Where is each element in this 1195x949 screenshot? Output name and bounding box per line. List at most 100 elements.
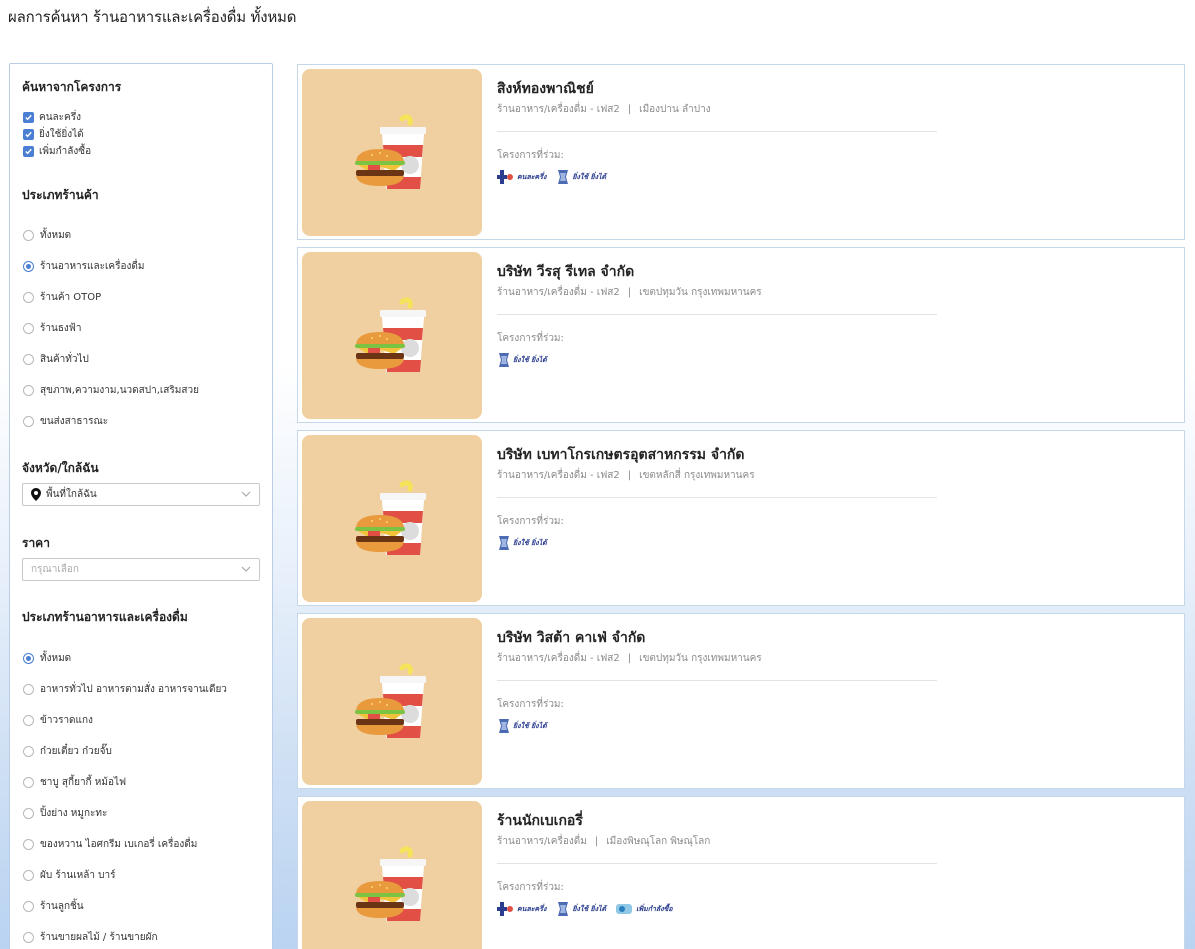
food-drink-thumbnail[interactable]	[302, 252, 482, 419]
meta-separator: |	[627, 104, 632, 115]
burger-drink-icon	[355, 114, 426, 189]
project-logo-label: เพิ่มกำลังซื้อ	[636, 904, 673, 913]
project-logo: ยิ่งใช้ ยิ่งได้	[497, 718, 547, 734]
checkbox-checked-icon[interactable]	[23, 112, 34, 123]
burger-drink-icon	[355, 663, 426, 738]
radio-button-icon[interactable]	[23, 261, 34, 272]
project-logo: ยิ่งใช้ ยิ่งได้	[497, 535, 547, 551]
projects-filter-title: ค้นหาจากโครงการ	[22, 80, 122, 94]
meta-separator: |	[627, 653, 632, 664]
price-select[interactable]: กรุณาเลือก	[22, 558, 260, 581]
food-drink-thumbnail[interactable]	[302, 801, 482, 949]
map-pin-icon	[31, 488, 41, 501]
radio-button-icon[interactable]	[23, 901, 34, 912]
project-checkbox-row[interactable]: เพิ่มกำลังซื้อ	[23, 144, 91, 159]
divider	[497, 680, 937, 681]
khon-la-khrueng-logo-icon	[497, 170, 513, 184]
radio-button-icon[interactable]	[23, 385, 34, 396]
project-logo-label: ยิ่งใช้ ยิ่งได้	[513, 355, 547, 364]
divider	[497, 131, 937, 132]
store-type-option-label: ร้านอาหารและเครื่องดื่ม	[40, 261, 145, 272]
radio-button-icon[interactable]	[23, 870, 34, 881]
ying-chai-ying-dai-logo-icon	[499, 536, 509, 550]
store-type-option[interactable]: ร้านธงฟ้า	[23, 321, 82, 336]
food-drink-thumbnail[interactable]	[302, 618, 482, 785]
projects-label: โครงการที่ร่วม:	[497, 150, 564, 161]
radio-button-icon[interactable]	[23, 653, 34, 664]
project-checkbox-label: เพิ่มกำลังซื้อ	[39, 146, 92, 157]
store-type-option[interactable]: สินค้าทั่วไป	[23, 352, 89, 367]
radio-button-icon[interactable]	[23, 416, 34, 427]
radio-button-icon[interactable]	[23, 932, 34, 943]
radio-button-icon[interactable]	[23, 323, 34, 334]
result-card[interactable]: ร้านนักเบเกอรี่ ร้านอาหาร/เครื่องดื่ม | เมื…	[297, 796, 1185, 949]
shop-location: เมืองปาน ลำปาง	[639, 104, 711, 115]
radio-button-icon[interactable]	[23, 230, 34, 241]
project-logo-label: คนละครึ่ง	[517, 172, 547, 181]
shop-name[interactable]: บริษัท วิสต้า คาเฟ่ จำกัด	[497, 627, 645, 649]
checkbox-checked-icon[interactable]	[23, 146, 34, 157]
project-checkbox-label: ยิ่งใช้ยิ่งได้	[39, 129, 84, 140]
food-type-option[interactable]: ร้านลูกชิ้น	[23, 899, 84, 914]
food-type-option-label: ข้าวราดแกง	[40, 715, 93, 726]
radio-button-icon[interactable]	[23, 746, 34, 757]
shop-name[interactable]: สิงห์ทองพาณิชย์	[497, 78, 594, 100]
project-checkbox-row[interactable]: คนละครึ่ง	[23, 110, 81, 125]
chevron-down-icon	[241, 490, 251, 501]
store-type-option-label: ทั้งหมด	[40, 230, 72, 241]
result-card[interactable]: บริษัท วิสต้า คาเฟ่ จำกัด ร้านอาหาร/เครื่…	[297, 613, 1185, 789]
store-type-option[interactable]: ขนส่งสาธารณะ	[23, 414, 108, 429]
project-logos: ยิ่งใช้ ยิ่งได้	[497, 535, 547, 551]
radio-button-icon[interactable]	[23, 808, 34, 819]
food-type-option[interactable]: ก๋วยเตี๋ยว ก๋วยจั๊บ	[23, 744, 112, 759]
result-card[interactable]: บริษัท วีรสุ รีเทล จำกัดร้านอาหาร/เครื่อ…	[297, 247, 1185, 423]
project-checkbox-label: คนละครึ่ง	[39, 112, 81, 123]
food-type-option[interactable]: ปิ้งย่าง หมูกะทะ	[23, 806, 107, 821]
radio-button-icon[interactable]	[23, 777, 34, 788]
ying-chai-ying-dai-logo-icon	[558, 902, 569, 916]
radio-button-icon[interactable]	[23, 354, 34, 365]
food-type-option[interactable]: อาหารทั่วไป อาหารตามสั่ง อาหารจานเดียว	[23, 682, 227, 697]
food-type-option[interactable]: ของหวาน ไอศกรีม เบเกอรี่ เครื่องดื่ม	[23, 837, 197, 852]
food-type-option-label: ผับ ร้านเหล้า บาร์	[40, 870, 116, 881]
phoem-kamlang-sue-logo-icon	[616, 904, 633, 914]
food-drink-thumbnail[interactable]	[302, 69, 482, 236]
result-card[interactable]: บริษัท เบทาโกรเกษตรอุตสาหกรรม จำกัดร้านอ…	[297, 430, 1185, 606]
food-type-option[interactable]: ทั้งหมด	[23, 651, 71, 666]
ying-chai-ying-dai-logo-icon	[499, 353, 509, 367]
projects-label: โครงการที่ร่วม:	[497, 516, 564, 527]
food-type-option[interactable]: ข้าวราดแกง	[23, 713, 93, 728]
radio-button-icon[interactable]	[23, 839, 34, 850]
shop-name[interactable]: บริษัท วีรสุ รีเทล จำกัด	[497, 261, 634, 283]
food-drink-thumbnail[interactable]	[302, 435, 482, 602]
store-type-option-label: สินค้าทั่วไป	[40, 354, 89, 365]
project-logo-label: ยิ่งใช้ ยิ่งได้	[513, 721, 547, 730]
store-type-option-label: สุขภาพ,ความงาม,นวดสปา,เสริมสวย	[40, 385, 199, 396]
store-type-option[interactable]: สุขภาพ,ความงาม,นวดสปา,เสริมสวย	[23, 383, 199, 398]
project-logo: ยิ่งใช้ ยิ่งได้	[556, 901, 606, 917]
store-type-option[interactable]: ทั้งหมด	[23, 228, 71, 243]
store-type-option[interactable]: ร้านอาหารและเครื่องดื่ม	[23, 259, 144, 274]
radio-button-icon[interactable]	[23, 715, 34, 726]
shop-location: เขตปทุมวัน กรุงเทพมหานคร	[639, 287, 762, 298]
shop-name[interactable]: ร้านนักเบเกอรี่	[497, 810, 583, 832]
checkbox-checked-icon[interactable]	[23, 129, 34, 140]
store-type-option[interactable]: ร้านค้า OTOP	[23, 290, 101, 305]
project-checkbox-row[interactable]: ยิ่งใช้ยิ่งได้	[23, 127, 84, 142]
projects-label: โครงการที่ร่วม:	[497, 699, 564, 710]
project-logo-label: คนละครึ่ง	[517, 904, 547, 913]
chevron-down-icon	[241, 565, 251, 576]
food-type-option[interactable]: ชาบู สุกี้ยากี้ หม้อไฟ	[23, 775, 126, 790]
shop-meta: ร้านอาหาร/เครื่องดื่ม - เฟส2 | เขตหลักสี่ …	[497, 468, 755, 483]
price-title: ราคา	[22, 536, 50, 550]
shop-name[interactable]: บริษัท เบทาโกรเกษตรอุตสาหกรรม จำกัด	[497, 444, 745, 466]
shop-category: ร้านอาหาร/เครื่องดื่ม - เฟส2	[497, 287, 620, 298]
radio-button-icon[interactable]	[23, 292, 34, 303]
food-type-option[interactable]: ผับ ร้านเหล้า บาร์	[23, 868, 115, 883]
shop-meta: ร้านอาหาร/เครื่องดื่ม - เฟส2 | เขตปทุมวัน …	[497, 285, 762, 300]
radio-button-icon[interactable]	[23, 684, 34, 695]
burger-drink-icon	[355, 480, 426, 555]
province-select[interactable]: พื้นที่ใกล้ฉัน	[22, 483, 260, 506]
result-card[interactable]: สิงห์ทองพาณิชย์ ร้านอาหาร/เครื่องดื่ม - เ…	[297, 64, 1185, 240]
food-type-option[interactable]: ร้านขายผลไม้ / ร้านขายผัก	[23, 930, 158, 945]
